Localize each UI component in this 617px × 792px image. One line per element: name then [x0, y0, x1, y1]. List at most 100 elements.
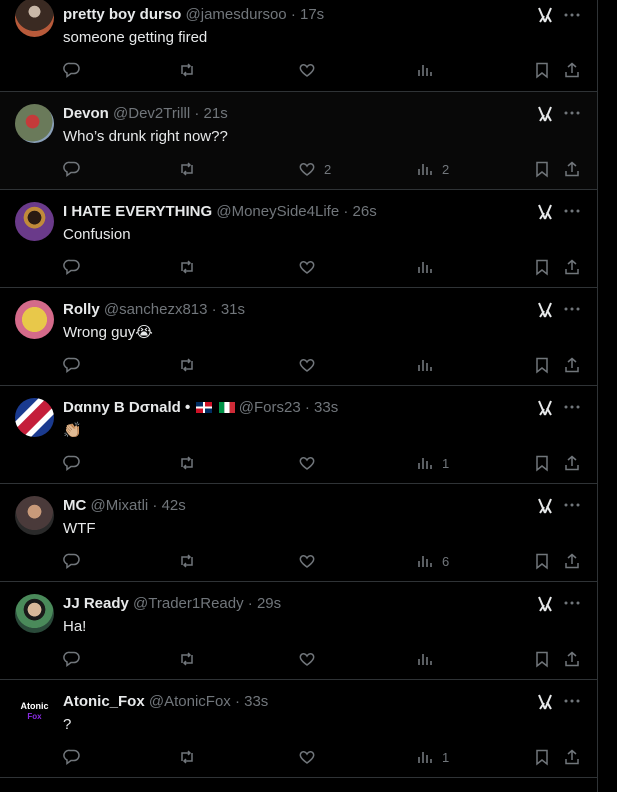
more-icon[interactable]: [563, 300, 581, 318]
tweet[interactable]: Dαnny B Dσnald • @Fors23 · 33s 👏🏼 1: [0, 386, 597, 484]
views-button[interactable]: 1: [416, 747, 449, 767]
views-button[interactable]: [416, 649, 442, 669]
timestamp[interactable]: · 33s: [235, 693, 268, 710]
share-button[interactable]: [563, 649, 581, 669]
timestamp[interactable]: · 17s: [291, 6, 324, 23]
like-button[interactable]: [298, 453, 324, 473]
views-button[interactable]: 2: [416, 159, 449, 179]
views-button[interactable]: 6: [416, 551, 449, 571]
share-button[interactable]: [563, 453, 581, 473]
grok-icon[interactable]: [536, 203, 554, 221]
more-icon[interactable]: [563, 594, 581, 612]
more-icon[interactable]: [563, 496, 581, 514]
more-icon[interactable]: [563, 398, 581, 416]
tweet[interactable]: MC @Mixatli · 42s WTF 6: [0, 484, 597, 582]
grok-icon[interactable]: [536, 497, 554, 515]
author-handle[interactable]: @AtonicFox: [149, 693, 231, 710]
reply-button[interactable]: [63, 60, 89, 80]
share-button[interactable]: [563, 355, 581, 375]
timestamp[interactable]: · 42s: [152, 497, 185, 514]
tweet[interactable]: Devon @Dev2Trilll · 21s Who’s drunk righ…: [0, 92, 597, 190]
avatar[interactable]: [15, 398, 54, 437]
avatar[interactable]: [15, 104, 54, 143]
avatar[interactable]: [15, 594, 54, 633]
avatar[interactable]: [15, 0, 54, 37]
grok-icon[interactable]: [536, 301, 554, 319]
author-name[interactable]: I HATE EVERYTHING: [63, 203, 212, 220]
reply-button[interactable]: [63, 453, 89, 473]
author-name[interactable]: Rolly: [63, 301, 100, 318]
grok-icon[interactable]: [536, 693, 554, 711]
tweet[interactable]: JJ Ready @Trader1Ready · 29s Ha!: [0, 582, 597, 680]
reply-button[interactable]: [63, 747, 89, 767]
bookmark-button[interactable]: [533, 453, 551, 473]
like-button[interactable]: [298, 649, 324, 669]
more-icon[interactable]: [563, 6, 581, 24]
share-button[interactable]: [563, 551, 581, 571]
author-handle[interactable]: @Dev2Trilll: [113, 105, 190, 122]
reply-button[interactable]: [63, 355, 89, 375]
more-icon[interactable]: [563, 692, 581, 710]
author-handle[interactable]: @sanchezx813: [104, 301, 208, 318]
grok-icon[interactable]: [536, 6, 554, 24]
tweet[interactable]: pretty boy durso @jamesdursoo · 17s some…: [0, 0, 597, 92]
more-icon[interactable]: [563, 202, 581, 220]
tweet[interactable]: Rolly @sanchezx813 · 31s Wrong guy😭: [0, 288, 597, 386]
bookmark-button[interactable]: [533, 355, 551, 375]
timestamp[interactable]: · 21s: [194, 105, 227, 122]
reply-button[interactable]: [63, 257, 89, 277]
like-button[interactable]: [298, 257, 324, 277]
tweet[interactable]: I HATE EVERYTHING @MoneySide4Life · 26s …: [0, 190, 597, 288]
author-name[interactable]: Atonic_Fox: [63, 693, 145, 710]
avatar[interactable]: [15, 202, 54, 241]
bookmark-button[interactable]: [533, 551, 551, 571]
author-handle[interactable]: @Mixatli: [91, 497, 149, 514]
author-name[interactable]: pretty boy durso: [63, 6, 181, 23]
avatar[interactable]: [15, 496, 54, 535]
views-button[interactable]: [416, 60, 442, 80]
author-handle[interactable]: @jamesdursoo: [186, 6, 287, 23]
repost-button[interactable]: [178, 159, 204, 179]
author-name[interactable]: Devon: [63, 105, 109, 122]
bookmark-button[interactable]: [533, 60, 551, 80]
repost-button[interactable]: [178, 257, 204, 277]
bookmark-button[interactable]: [533, 159, 551, 179]
views-button[interactable]: [416, 355, 442, 375]
repost-button[interactable]: [178, 551, 204, 571]
like-button[interactable]: [298, 551, 324, 571]
share-button[interactable]: [563, 159, 581, 179]
timestamp[interactable]: · 29s: [248, 595, 281, 612]
like-button[interactable]: [298, 747, 324, 767]
grok-icon[interactable]: [536, 595, 554, 613]
timestamp[interactable]: · 31s: [212, 301, 245, 318]
like-button[interactable]: 2: [298, 159, 331, 179]
share-button[interactable]: [563, 747, 581, 767]
avatar[interactable]: Atonic Fox: [15, 692, 54, 731]
bookmark-button[interactable]: [533, 257, 551, 277]
repost-button[interactable]: [178, 649, 204, 669]
repost-button[interactable]: [178, 60, 204, 80]
bookmark-button[interactable]: [533, 747, 551, 767]
reply-button[interactable]: [63, 159, 89, 179]
timestamp[interactable]: · 26s: [343, 203, 376, 220]
share-button[interactable]: [563, 60, 581, 80]
grok-icon[interactable]: [536, 399, 554, 417]
author-handle[interactable]: @Fors23: [239, 399, 301, 416]
repost-button[interactable]: [178, 453, 204, 473]
bookmark-button[interactable]: [533, 649, 551, 669]
grok-icon[interactable]: [536, 105, 554, 123]
more-icon[interactable]: [563, 104, 581, 122]
share-button[interactable]: [563, 257, 581, 277]
avatar[interactable]: [15, 300, 54, 339]
like-button[interactable]: [298, 60, 324, 80]
reply-button[interactable]: [63, 649, 89, 669]
repost-button[interactable]: [178, 355, 204, 375]
author-handle[interactable]: @Trader1Ready: [133, 595, 244, 612]
tweet[interactable]: Atonic Fox Atonic_Fox @AtonicFox · 33s ?…: [0, 680, 597, 778]
views-button[interactable]: [416, 257, 442, 277]
repost-button[interactable]: [178, 747, 204, 767]
views-button[interactable]: 1: [416, 453, 449, 473]
author-handle[interactable]: @MoneySide4Life: [216, 203, 339, 220]
author-name[interactable]: MC: [63, 497, 86, 514]
author-name[interactable]: JJ Ready: [63, 595, 129, 612]
